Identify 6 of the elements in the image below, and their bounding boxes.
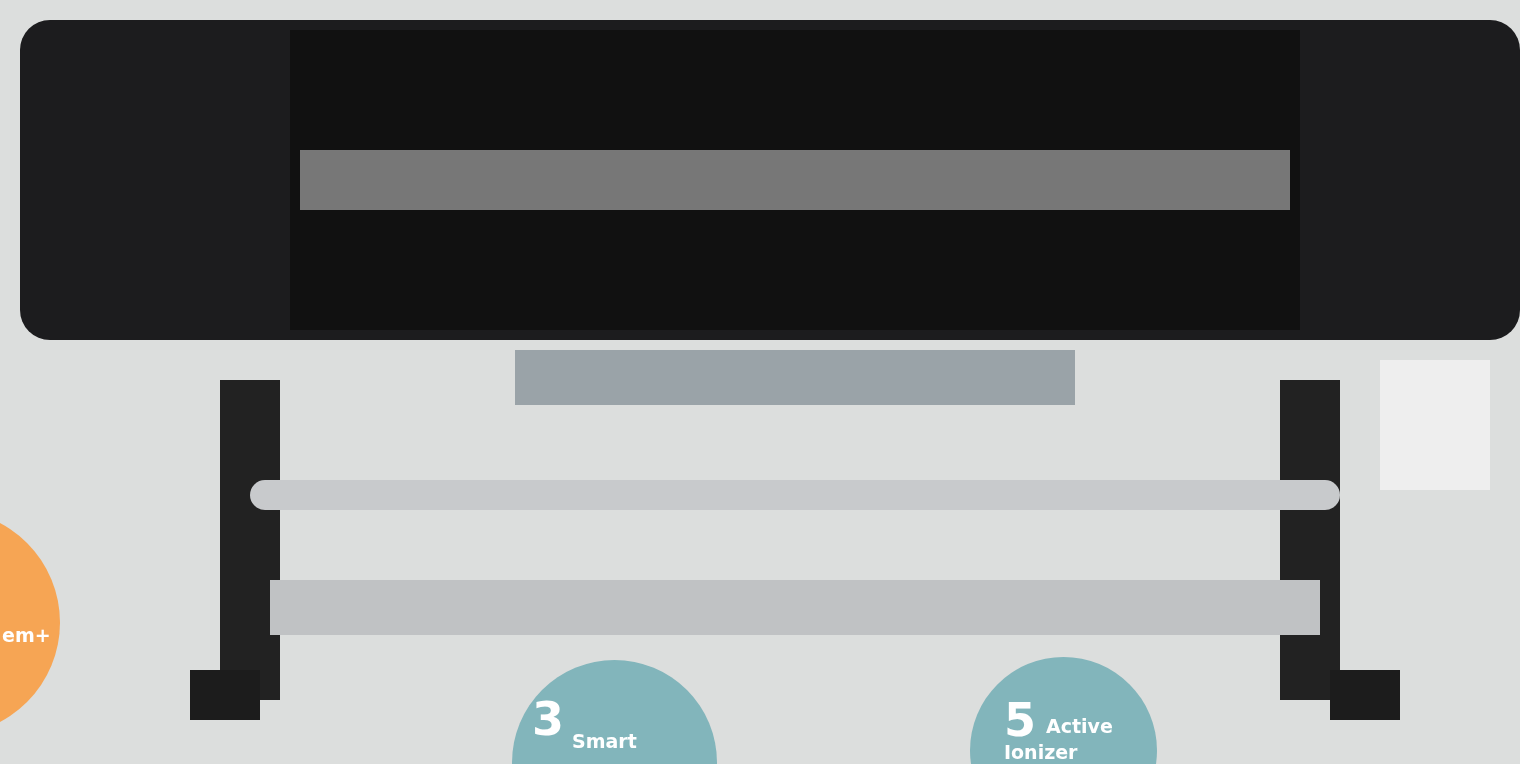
callout-label: Active	[1046, 717, 1113, 736]
callout-number: 3	[532, 696, 564, 742]
callout-number: 5	[1004, 697, 1036, 743]
callout-label: em+	[2, 626, 51, 645]
callout-label: Smart	[572, 732, 637, 751]
callout-label: Ionizer	[1004, 743, 1078, 762]
